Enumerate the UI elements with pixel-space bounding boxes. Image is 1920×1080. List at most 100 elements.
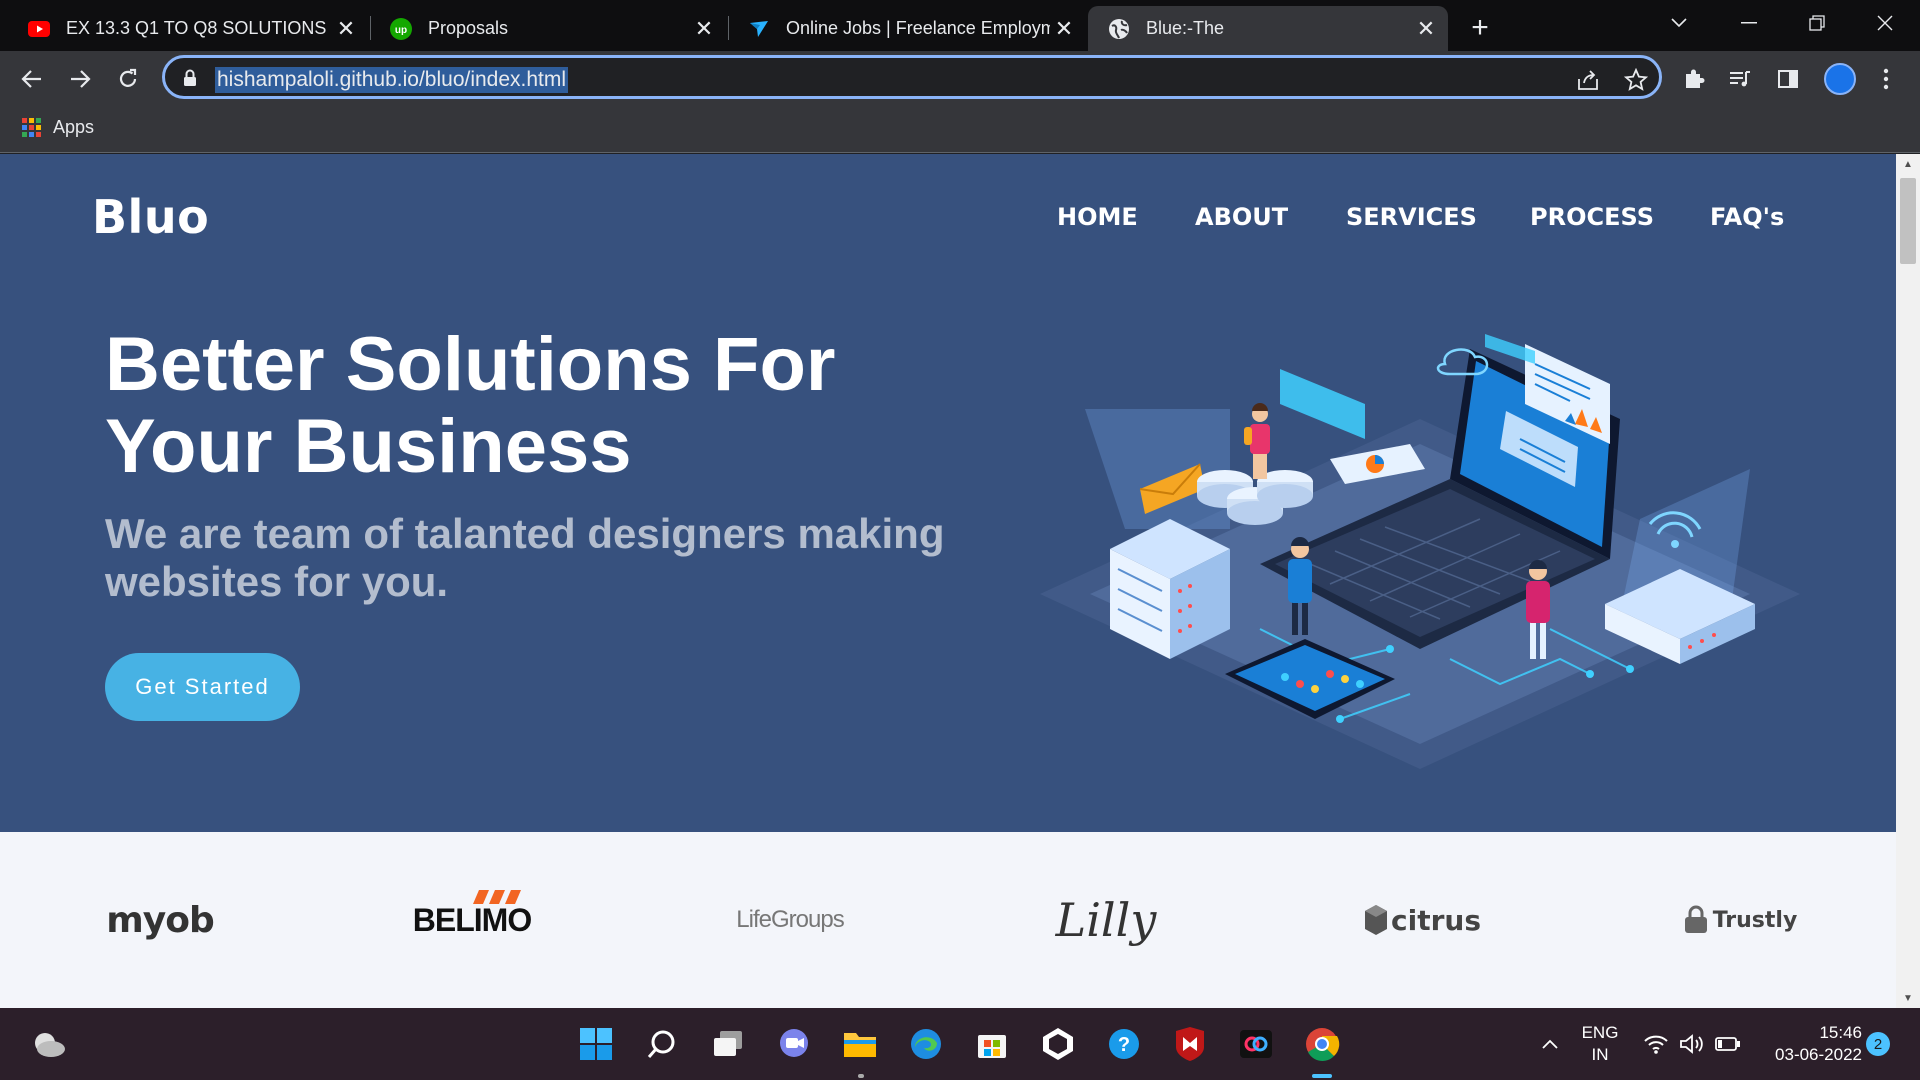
microsoft-store-icon[interactable] — [972, 1024, 1012, 1064]
language-indicator[interactable]: ENG IN — [1572, 1022, 1628, 1066]
upwork-icon: up — [390, 17, 412, 40]
running-app-indicator — [858, 1074, 864, 1078]
belimo-mark: BELIMO — [412, 889, 532, 939]
forward-button[interactable] — [62, 61, 98, 97]
bookmarks-bar: Apps — [0, 105, 1920, 153]
client-logo-myob: myob — [50, 832, 270, 1008]
page-scrollbar[interactable]: ▲ ▼ — [1896, 154, 1920, 1008]
hero-title-line: Your Business — [105, 404, 632, 489]
client-logo-trustly: Trustly — [1630, 832, 1850, 1008]
hero-illustration — [1040, 334, 1800, 769]
tab-youtube[interactable]: EX 13.3 Q1 TO Q8 SOLUTIONS OF ✕ — [8, 6, 368, 51]
menu-kebab-icon[interactable] — [1868, 61, 1904, 97]
get-started-button[interactable]: Get Started — [105, 653, 300, 721]
browser-toolbar: hishampaloli.github.io/bluo/index.html — [0, 51, 1920, 105]
scroll-thumb[interactable] — [1900, 178, 1916, 264]
edge-browser-icon[interactable] — [906, 1024, 946, 1064]
tab-title: Online Jobs | Freelance Employm — [786, 18, 1050, 38]
app-shield-icon[interactable] — [1038, 1024, 1078, 1064]
svg-text:?: ? — [1118, 1034, 1130, 1056]
lock-icon[interactable] — [183, 69, 197, 92]
youtube-icon — [28, 18, 50, 40]
clock-date: 03-06-2022 — [1775, 1045, 1862, 1064]
windows-taskbar: ? ENG IN 15:46 03-06-2022 2 — [0, 1008, 1920, 1080]
tab-title: Proposals — [428, 18, 509, 38]
page-viewport: Bluo HOME ABOUT SERVICES PROCESS FAQ's B… — [0, 154, 1896, 1008]
task-view-icon[interactable] — [708, 1024, 748, 1064]
hero-subtitle: We are team of talanted designers making… — [105, 510, 1005, 606]
scroll-down-arrow-icon[interactable]: ▼ — [1896, 988, 1920, 1008]
file-explorer-icon[interactable] — [840, 1024, 880, 1064]
new-tab-button[interactable]: + — [1462, 10, 1498, 46]
client-logo-lifegroups: LifeGroups — [680, 832, 900, 1008]
battery-icon[interactable] — [1708, 1024, 1748, 1064]
svg-text:up: up — [395, 25, 407, 36]
nav-about[interactable]: ABOUT — [1195, 203, 1288, 231]
tab-bluo[interactable]: Blue:-The ✕ — [1088, 6, 1448, 51]
tab-title: EX 13.3 Q1 TO Q8 SOLUTIONS OF — [66, 18, 332, 38]
hero-subtitle-line: websites for you. — [105, 558, 449, 605]
notification-badge[interactable]: 2 — [1866, 1032, 1890, 1056]
tab-search-chevron-icon[interactable] — [1644, 0, 1714, 45]
extensions-icon[interactable] — [1676, 61, 1712, 97]
url-text[interactable]: hishampaloli.github.io/bluo/index.html — [215, 67, 569, 93]
clock[interactable]: 15:46 03-06-2022 — [1752, 1022, 1862, 1066]
side-panel-icon[interactable] — [1770, 61, 1806, 97]
close-icon[interactable]: ✕ — [1412, 15, 1440, 43]
client-logo-citrus: citrus — [1312, 832, 1532, 1008]
window-close-button[interactable] — [1850, 0, 1920, 45]
apps-grid-icon — [22, 118, 41, 137]
close-icon[interactable]: ✕ — [690, 15, 718, 43]
language-code: ENG — [1581, 1023, 1619, 1042]
tab-freelancer[interactable]: Online Jobs | Freelance Employm ✕ — [728, 6, 1086, 51]
chrome-icon[interactable] — [1302, 1024, 1342, 1064]
client-logo-lilly: Lilly — [996, 832, 1216, 1008]
globe-icon — [1108, 18, 1130, 40]
share-icon[interactable] — [1575, 67, 1601, 93]
tab-strip: EX 13.3 Q1 TO Q8 SOLUTIONS OF ✕ up Propo… — [0, 0, 1920, 51]
reload-button[interactable] — [110, 61, 146, 97]
creative-cloud-icon[interactable] — [1236, 1024, 1276, 1064]
nav-home[interactable]: HOME — [1057, 203, 1138, 231]
nav-faqs[interactable]: FAQ's — [1710, 203, 1784, 231]
restore-button[interactable] — [1782, 0, 1852, 45]
apps-bookmark[interactable]: Apps — [22, 117, 94, 138]
minimize-button[interactable] — [1714, 0, 1784, 45]
active-app-indicator — [1312, 1074, 1332, 1078]
volume-icon[interactable] — [1672, 1024, 1712, 1064]
freelancer-icon — [748, 18, 770, 40]
bookmark-star-icon[interactable] — [1623, 67, 1649, 93]
address-bar[interactable]: hishampaloli.github.io/bluo/index.html — [162, 55, 1662, 99]
close-icon[interactable]: ✕ — [332, 15, 360, 43]
wifi-icon[interactable] — [1636, 1024, 1676, 1064]
tab-title: Blue:-The — [1146, 18, 1225, 38]
search-icon[interactable] — [642, 1024, 682, 1064]
help-icon[interactable]: ? — [1104, 1024, 1144, 1064]
region-code: IN — [1591, 1045, 1609, 1064]
media-control-icon[interactable] — [1722, 61, 1758, 97]
site-logo[interactable]: Bluo — [92, 190, 209, 244]
teams-chat-icon[interactable] — [774, 1024, 814, 1064]
citrus-leaf-icon — [1365, 905, 1387, 935]
hero-title-line: Better Solutions For — [105, 322, 836, 407]
trustly-lock-icon — [1684, 905, 1707, 933]
nav-process[interactable]: PROCESS — [1530, 203, 1654, 231]
back-button[interactable] — [14, 61, 50, 97]
clients-section: myob BELIMO LifeGroups Lilly citrus Trus… — [0, 832, 1896, 1008]
weather-icon[interactable] — [28, 1024, 68, 1064]
mcafee-icon[interactable] — [1170, 1024, 1210, 1064]
tray-overflow-chevron-icon[interactable] — [1530, 1024, 1570, 1064]
client-logo-belimo: BELIMO — [362, 832, 582, 1008]
scroll-up-arrow-icon[interactable]: ▲ — [1896, 154, 1920, 174]
client-name: LifeGroups — [736, 906, 844, 933]
nav-services[interactable]: SERVICES — [1346, 203, 1477, 231]
hero-subtitle-line: We are team of talanted designers making — [105, 510, 945, 557]
close-icon[interactable]: ✕ — [1050, 15, 1078, 43]
apps-label: Apps — [53, 117, 95, 137]
profile-avatar[interactable] — [1824, 63, 1856, 95]
client-name: Lilly — [1055, 893, 1157, 947]
client-name: Trustly — [1712, 907, 1798, 933]
start-windows-icon[interactable] — [576, 1024, 616, 1064]
client-name: BELIMO — [412, 901, 532, 938]
tab-proposals[interactable]: up Proposals ✕ — [370, 6, 726, 51]
